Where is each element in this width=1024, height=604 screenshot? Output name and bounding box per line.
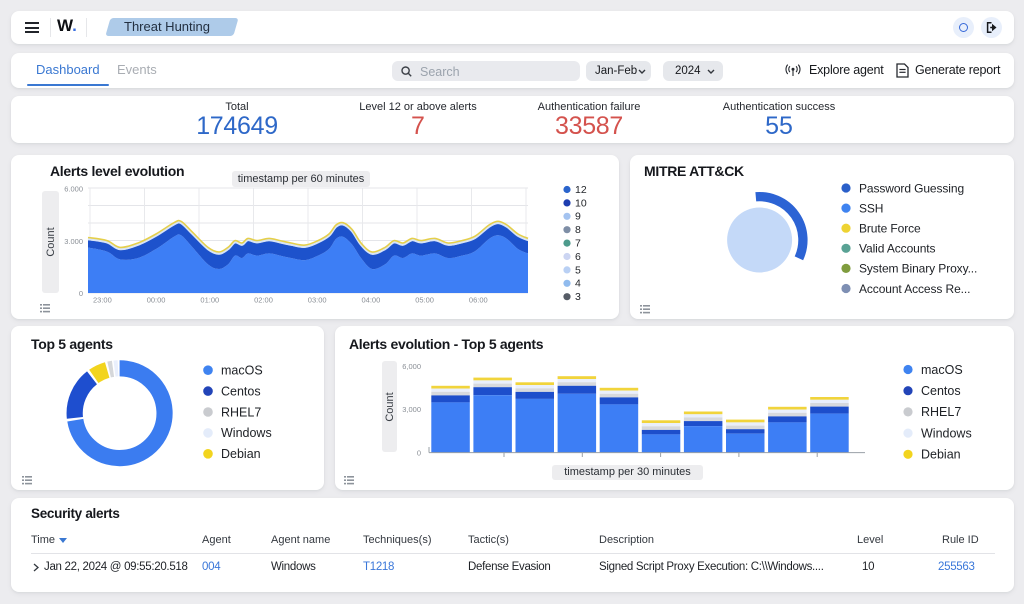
svg-text:8: 8 — [575, 224, 581, 236]
svg-text:Centos: Centos — [921, 384, 961, 398]
svg-text:Brute Force: Brute Force — [859, 222, 921, 236]
svg-text:12: 12 — [575, 184, 587, 196]
svg-text:Valid Accounts: Valid Accounts — [859, 242, 936, 256]
svg-text:6: 6 — [575, 251, 581, 263]
svg-text:System Binary Proxy...: System Binary Proxy... — [859, 262, 977, 276]
svg-text:02:00: 02:00 — [254, 296, 273, 305]
svg-text:RHEL7: RHEL7 — [921, 405, 961, 419]
svg-text:00:00: 00:00 — [147, 296, 166, 305]
svg-text:7: 7 — [575, 238, 581, 250]
svg-text:3.000: 3.000 — [64, 237, 83, 246]
svg-text:Windows: Windows — [921, 426, 972, 440]
svg-text:0: 0 — [79, 289, 83, 298]
svg-text:6,000: 6,000 — [402, 362, 421, 371]
svg-text:04:00: 04:00 — [362, 296, 381, 305]
svg-text:Password Guessing: Password Guessing — [859, 181, 964, 195]
svg-text:5: 5 — [575, 264, 581, 276]
svg-text:RHEL7: RHEL7 — [221, 405, 261, 419]
svg-text:SSH: SSH — [859, 201, 883, 215]
svg-text:Debian: Debian — [921, 448, 961, 462]
svg-text:Debian: Debian — [221, 447, 261, 461]
svg-text:4: 4 — [575, 278, 581, 290]
svg-text:macOS: macOS — [221, 364, 263, 378]
svg-text:9: 9 — [575, 211, 581, 223]
svg-text:macOS: macOS — [921, 363, 963, 377]
svg-text:Account Access Re...: Account Access Re... — [859, 282, 970, 296]
svg-text:10: 10 — [575, 197, 587, 209]
svg-text:05:00: 05:00 — [415, 296, 434, 305]
svg-text:01:00: 01:00 — [200, 296, 219, 305]
svg-text:3: 3 — [575, 291, 581, 303]
svg-text:23:00: 23:00 — [93, 296, 112, 305]
svg-text:6.000: 6.000 — [64, 185, 83, 194]
svg-text:0: 0 — [417, 449, 421, 458]
svg-text:Centos: Centos — [221, 384, 261, 398]
svg-text:06:00: 06:00 — [469, 296, 488, 305]
svg-text:3,000: 3,000 — [402, 405, 421, 414]
svg-text:Windows: Windows — [221, 426, 272, 440]
svg-text:03:00: 03:00 — [308, 296, 327, 305]
